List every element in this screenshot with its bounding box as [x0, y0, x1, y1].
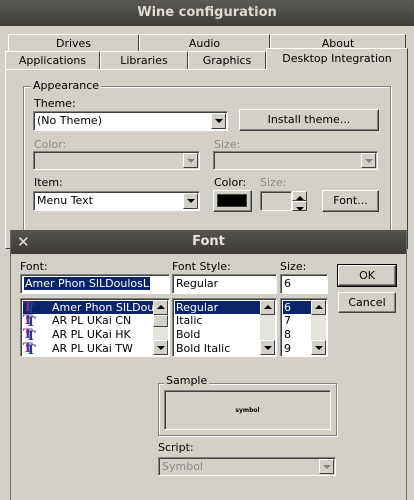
font-style-list[interactable]: Regular Italic Bold Bold Italic	[172, 298, 277, 357]
item-label: Item:	[34, 176, 63, 189]
scroll-down-icon[interactable]	[153, 340, 168, 355]
list-item[interactable]: 6	[283, 301, 311, 314]
sample-preview: symbol	[164, 390, 331, 430]
theme-label: Theme:	[34, 97, 76, 110]
ok-button[interactable]: OK	[337, 264, 397, 287]
scroll-down-icon[interactable]	[311, 340, 326, 355]
item-color-label: Color:	[214, 176, 247, 189]
wine-window-title: Wine configuration	[0, 0, 414, 26]
item-combo[interactable]: Menu Text	[33, 191, 200, 211]
tab-graphics[interactable]: Graphics	[188, 51, 266, 69]
color-swatch	[217, 194, 247, 207]
list-item[interactable]: TT AR PL UKai HK	[23, 327, 155, 344]
color-combo-disabled	[33, 151, 200, 170]
item-value: Menu Text	[37, 194, 93, 207]
list-item[interactable]: Bold	[175, 328, 200, 341]
script-label: Script:	[158, 441, 194, 454]
sample-text: symbol	[235, 407, 260, 414]
scroll-up-icon[interactable]	[311, 300, 326, 315]
size-list-scrollbar[interactable]	[311, 300, 326, 355]
list-item[interactable]: TT Amer Phon SILDoulosL	[23, 301, 169, 316]
chevron-down-icon[interactable]	[183, 193, 198, 209]
tab-drives[interactable]: Drives	[8, 34, 139, 52]
appearance-group-label: Appearance	[31, 79, 102, 92]
truetype-icon: TT	[23, 341, 36, 357]
truetype-icon: TT	[23, 327, 36, 344]
list-item[interactable]: 8	[283, 328, 291, 341]
scroll-up-icon[interactable]	[260, 300, 275, 315]
install-theme-button[interactable]: Install theme...	[239, 109, 379, 131]
list-item[interactable]: TT AR PL UKai CN	[23, 313, 155, 330]
font-size-label: Size:	[280, 260, 307, 273]
font-button[interactable]: Font...	[322, 190, 379, 212]
list-item[interactable]: Italic	[175, 314, 202, 327]
font-style-input[interactable]: Regular	[172, 274, 277, 294]
font-name-list[interactable]: TT Amer Phon SILDoulosL TT AR PL UKai CN…	[20, 298, 170, 357]
list-item[interactable]: TT AR PL UKai TW	[23, 341, 155, 357]
item-size-label: Size:	[260, 176, 287, 189]
spin-down-icon	[292, 201, 307, 211]
chevron-down-icon	[319, 459, 334, 474]
list-item[interactable]: Regular	[175, 301, 261, 314]
tab-audio[interactable]: Audio	[139, 34, 270, 52]
font-size-input[interactable]: 6	[280, 274, 328, 294]
item-color-button[interactable]	[213, 190, 252, 212]
theme-value: (No Theme)	[37, 114, 102, 127]
item-size-field	[260, 191, 292, 211]
scroll-up-icon[interactable]	[153, 300, 168, 315]
font-name-label: Font:	[20, 260, 48, 273]
scroll-thumb[interactable]	[153, 315, 168, 327]
tab-applications[interactable]: Applications	[5, 51, 100, 69]
list-item[interactable]: Bold Italic	[175, 342, 230, 355]
sample-label: Sample	[164, 374, 210, 387]
font-dialog-title: Font	[11, 230, 406, 254]
chevron-down-icon	[361, 153, 376, 168]
spin-up-icon	[292, 191, 307, 201]
theme-combo[interactable]: (No Theme)	[33, 111, 228, 131]
style-list-scrollbar[interactable]	[260, 300, 275, 355]
item-size-spinner	[292, 191, 307, 211]
scroll-down-icon[interactable]	[260, 340, 275, 355]
font-style-label: Font Style:	[172, 260, 231, 273]
size-label-disabled: Size:	[214, 138, 241, 151]
tab-libraries[interactable]: Libraries	[100, 51, 188, 69]
close-icon[interactable]: ✕	[17, 230, 30, 254]
font-name-input[interactable]: Amer Phon SILDoulosL	[20, 274, 170, 294]
color-label-disabled: Color:	[34, 138, 67, 151]
size-combo-disabled	[213, 151, 378, 170]
font-size-list[interactable]: 6 7 8 9	[280, 298, 328, 357]
list-item[interactable]: 7	[283, 314, 291, 327]
chevron-down-icon	[183, 153, 198, 168]
font-name-value: Amer Phon SILDoulosL	[24, 277, 151, 290]
tab-desktop-integration[interactable]: Desktop Integration	[266, 48, 408, 70]
font-list-scrollbar[interactable]	[153, 300, 168, 355]
truetype-icon: TT	[23, 313, 36, 330]
script-combo: Symbol	[158, 457, 336, 476]
chevron-down-icon[interactable]	[211, 113, 226, 129]
font-dialog: Font ✕ Font: Amer Phon SILDoulosL TT Ame…	[10, 230, 407, 500]
list-item[interactable]: 9	[283, 342, 291, 355]
cancel-button[interactable]: Cancel	[338, 292, 396, 313]
